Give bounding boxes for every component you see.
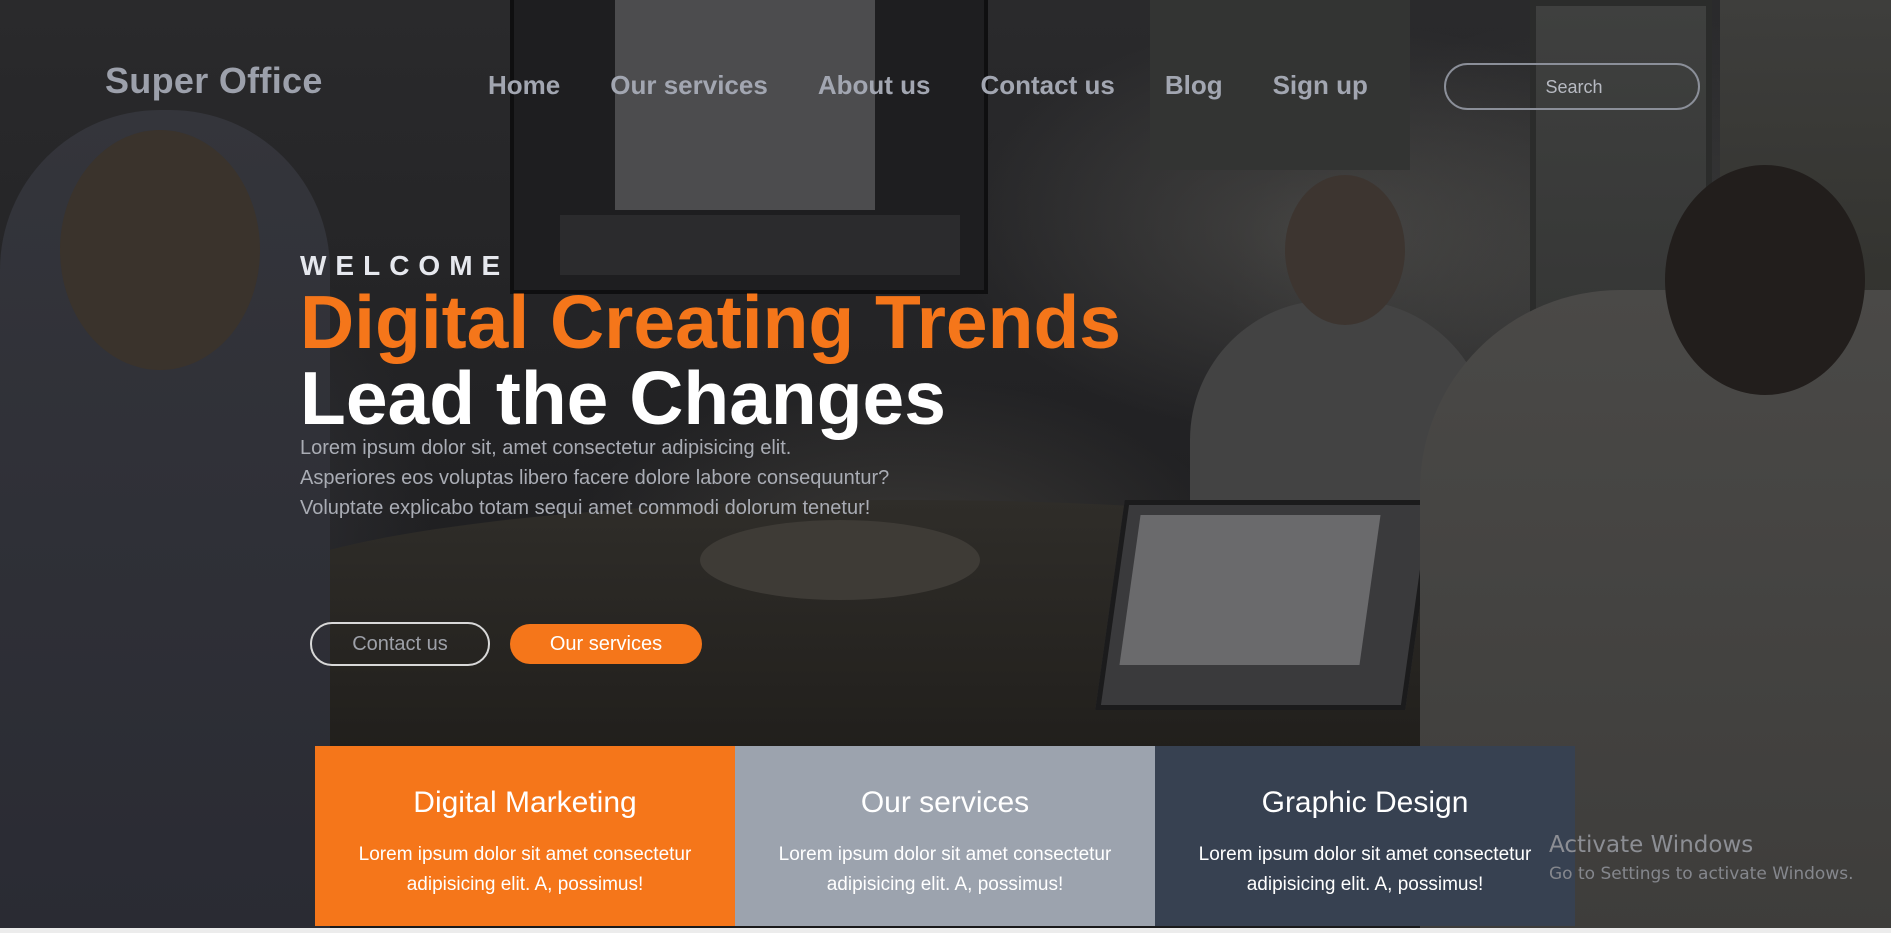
hero-headline-main: Lead the Changes: [300, 356, 946, 440]
background-bowl: [700, 520, 980, 600]
nav-item-sign-up[interactable]: Sign up: [1273, 70, 1368, 101]
hero-description-line: Asperiores eos voluptas libero facere do…: [300, 467, 890, 489]
background-person-head: [60, 130, 260, 370]
feature-card-digital-marketing: Digital Marketing Lorem ipsum dolor sit …: [315, 746, 735, 926]
nav-item-home[interactable]: Home: [488, 70, 560, 101]
feature-card-graphic-design: Graphic Design Lorem ipsum dolor sit ame…: [1155, 746, 1575, 926]
hero-description-line: Lorem ipsum dolor sit, amet consectetur …: [300, 437, 792, 459]
our-services-button[interactable]: Our services: [510, 624, 702, 664]
hero-description-line: Voluptate explicabo totam sequi amet com…: [300, 497, 871, 519]
feature-card-text: Lorem ipsum dolor sit amet consectetur a…: [358, 844, 692, 895]
search-input[interactable]: [1446, 65, 1702, 110]
main-nav: Home Our services About us Contact us Bl…: [488, 70, 1368, 101]
feature-card-text: Lorem ipsum dolor sit amet consectetur a…: [1198, 844, 1532, 895]
feature-card-text: Lorem ipsum dolor sit amet consectetur a…: [778, 844, 1112, 895]
hero-headline-accent: Digital Creating Trends: [300, 280, 1121, 364]
watermark-subtitle: Go to Settings to activate Windows.: [1549, 864, 1854, 884]
search-box: [1444, 63, 1702, 110]
background-laptop-screen: [1119, 515, 1381, 665]
nav-item-about-us[interactable]: About us: [818, 70, 931, 101]
feature-card-title: Our services: [860, 786, 1030, 819]
feature-card-title: Graphic Design: [1261, 786, 1469, 819]
background-video-strip: [560, 215, 960, 275]
brand-logo[interactable]: Super Office: [105, 60, 323, 102]
page-bottom-border: [0, 928, 1891, 933]
activate-windows-watermark: Activate Windows Go to Settings to activ…: [1549, 832, 1854, 884]
hero-kicker: WELCOME: [300, 250, 510, 281]
feature-card-title: Digital Marketing: [413, 786, 637, 819]
contact-us-button[interactable]: Contact us: [310, 622, 490, 666]
background-person-head: [1665, 165, 1865, 395]
feature-card-our-services: Our services Lorem ipsum dolor sit amet …: [735, 746, 1155, 926]
background-monitor-screen: [615, 0, 875, 210]
nav-item-contact-us[interactable]: Contact us: [980, 70, 1114, 101]
background-person-head: [1285, 175, 1405, 325]
watermark-title: Activate Windows: [1549, 832, 1754, 858]
feature-cards: Digital Marketing Lorem ipsum dolor sit …: [315, 746, 1575, 926]
nav-item-our-services[interactable]: Our services: [610, 70, 768, 101]
nav-item-blog[interactable]: Blog: [1165, 70, 1223, 101]
hero-description: Lorem ipsum dolor sit, amet consectetur …: [300, 433, 889, 523]
